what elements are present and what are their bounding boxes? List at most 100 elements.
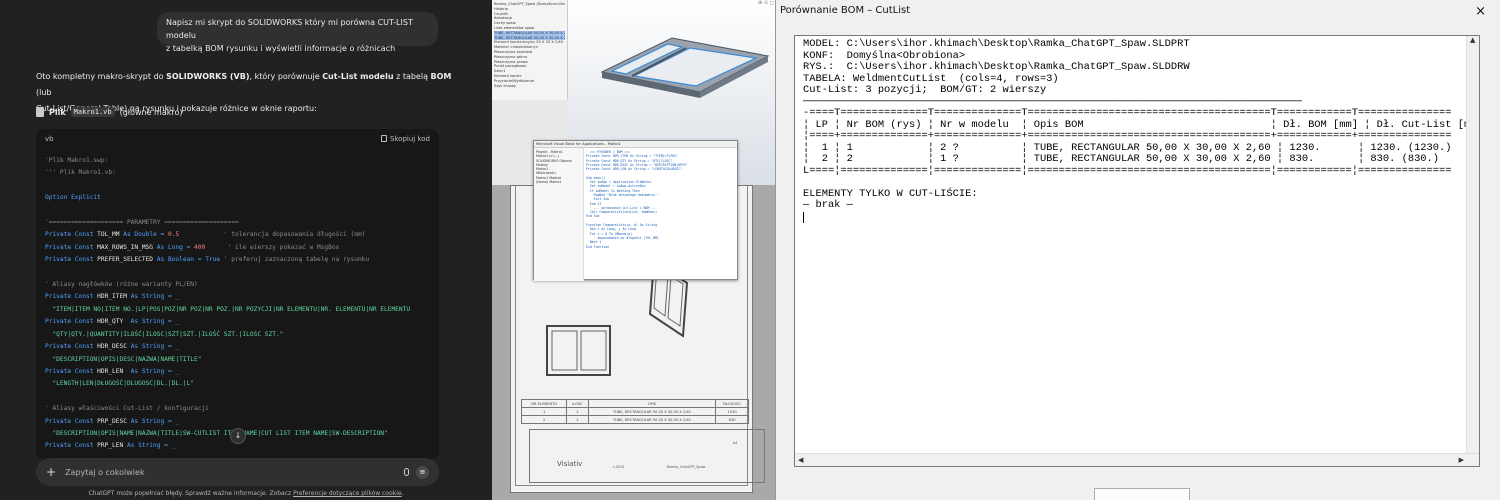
- user-message: Napisz mi skrypt do SOLIDWORKS który mi …: [157, 12, 438, 53]
- code-line: ''' Plik Makro1.vb:: [45, 169, 116, 177]
- arrow-down-icon: ↓: [234, 431, 242, 440]
- bom-cell: 2: [566, 415, 589, 424]
- code-token: As String = _: [123, 318, 180, 326]
- code-token: Private Const: [45, 231, 98, 239]
- copy-code-button[interactable]: Skopiuj kod: [380, 134, 430, 143]
- composer-input[interactable]: Zapytaj o cokolwiek: [65, 468, 145, 477]
- code-token: PREFER_SELECTED: [97, 256, 154, 264]
- code-block: vb Skopiuj kod 'Plik Makro1.swp: ''' Pli…: [36, 129, 439, 459]
- solidworks-screenshot: Ramka_ChatGPT_Spaw (Domyślna<Obrobiona>)…: [492, 0, 775, 500]
- scroll-right-icon[interactable]: ▶: [1459, 456, 1464, 464]
- code-line: "DESCRIPTION|OPIS|DESC|NAZWA|NAME|TITLE": [45, 355, 202, 363]
- code-token: Private Const: [45, 343, 98, 351]
- feature-tree-item[interactable]: TUBE, RECTANGULAR 50,00 X 30,00 X 2,60(1…: [494, 30, 565, 36]
- code-token: ' preferuj zaznaczoną tabelę na rysunku: [220, 256, 370, 264]
- report-table-border: -====T==============T==============T====…: [803, 107, 1452, 119]
- code-language: vb: [45, 134, 54, 143]
- scroll-down-button[interactable]: ↓: [230, 428, 246, 444]
- disclaimer: ChatGPT może popełniać błędy. Sprawdź wa…: [0, 490, 492, 497]
- bom-header-cell: NR ELEMENTU: [520, 399, 568, 408]
- code-line: ' Aliasy właściwości Cut-List / konfigur…: [45, 405, 209, 413]
- file-heading: Plik Makro1.vb (główne makro): [36, 107, 183, 117]
- code-content[interactable]: 'Plik Makro1.swp: ''' Plik Makro1.vb: Op…: [36, 148, 439, 459]
- microphone-icon[interactable]: [404, 468, 409, 476]
- disclaimer-text: ChatGPT może popełniać błędy. Sprawdź wa…: [88, 490, 294, 497]
- vertical-scrollbar[interactable]: ▲: [1466, 36, 1479, 454]
- code-token: PRP_LEN: [97, 442, 124, 450]
- ok-button[interactable]: [1094, 488, 1190, 500]
- bom-header-cell: ILOŚĆ: [566, 399, 589, 408]
- vba-project-item[interactable]: (Name) Makro1: [536, 180, 581, 184]
- code-token: HDR_ITEM: [97, 293, 127, 301]
- toolbar-icons: ⊕ ⊙ ◻ ◈ ⚙: [758, 0, 775, 6]
- document-icon: [36, 107, 44, 117]
- title-block: [529, 429, 765, 483]
- intro-text: , który porównuje: [249, 72, 323, 81]
- report-table-border: ¦====+==============+==============+====…: [803, 130, 1452, 142]
- weldment-frame-icon: [600, 37, 770, 98]
- report-config-line: KONF: Domyślna<Obrobiona>: [803, 49, 966, 62]
- code-token: Private Const: [45, 293, 98, 301]
- code-line: "QTY|QTY.|QUANTITY|ILOŚĆ|ILOSC|SZT|SZT.|…: [45, 330, 284, 338]
- code-token: Private Const: [45, 417, 98, 425]
- code-token: TOL_MM: [97, 231, 120, 239]
- title-block-name: Ramka_ChatGPT_Spaw: [666, 465, 706, 469]
- report-section-header: ELEMENTY TYLKO W CUT-LIŚCIE:: [803, 187, 978, 200]
- report-table-line: TABELA: WeldmentCutList (cols=4, rows=3): [803, 72, 1059, 85]
- horizontal-scrollbar[interactable]: ◀ ▶: [795, 453, 1479, 466]
- drawing-bom-table: NR ELEMENTU ILOŚĆ OPIS DŁUGOŚĆ 1 2 TUBE, RECTA…: [520, 399, 749, 424]
- report-table-row: ¦ 2 ¦ 2 ¦ 1 ? ¦ TUBE, RECTANGULAR 50,00 …: [803, 153, 1440, 165]
- code-token: MAX_ROWS_IN_MSG: [97, 243, 154, 251]
- chat-composer[interactable]: + Zapytaj o cokolwiek ≡: [36, 458, 439, 486]
- bom-cell: 2: [520, 415, 568, 424]
- report-text: MODEL: C:\Users\ihor.khimach\Desktop\Ram…: [803, 38, 1479, 224]
- vba-project-pane: Projekt - Makro1 Makro1 (c:\...) SOLIDWORK…: [534, 148, 584, 281]
- bom-cell: 1: [520, 407, 568, 416]
- code-token: Private Const: [45, 318, 98, 326]
- file-name: Makro1.vb: [70, 107, 115, 117]
- code-token: As String = _: [126, 343, 180, 351]
- plus-icon[interactable]: +: [46, 465, 56, 479]
- feature-tree-item[interactable]: Szyk liniowy: [494, 84, 565, 89]
- intro-text: z tabelą: [393, 72, 431, 81]
- code-token: HDR_QTY: [97, 318, 124, 326]
- title-block-scale: A4: [732, 441, 738, 445]
- bom-cell: 830: [715, 415, 749, 424]
- vba-editor-title: Microsoft Visual Basic for Applications …: [534, 141, 737, 148]
- bom-cell: TUBE, RECTANGULAR 50,00 X 30,00 X 2,60: [587, 407, 717, 416]
- intro-text: Oto kompletny makro-skrypt do: [36, 72, 167, 81]
- code-token: PRP_DESC: [97, 417, 127, 425]
- scroll-left-icon[interactable]: ◀: [798, 456, 803, 464]
- code-token: As String = _: [123, 442, 176, 450]
- code-line: ' Aliasy nagłówków (różne warianty PL/EN…: [45, 281, 198, 289]
- bom-row: 1 2 TUBE, RECTANGULAR 50,00 X 30,00 X 2,60…: [520, 407, 749, 416]
- compare-dialog: Porównanie BOM – CutList × MODEL: C:\Use…: [775, 0, 1500, 500]
- code-line: 'Plik Makro1.swp:: [45, 157, 109, 164]
- bom-cell: 2: [566, 407, 589, 416]
- title-block-code: L.0001: [613, 465, 625, 469]
- close-icon[interactable]: ×: [1475, 4, 1486, 19]
- code-token: HDR_DESC: [97, 343, 127, 351]
- bom-cell: 1230: [715, 407, 749, 416]
- user-message-line2: z tabelką BOM rysunku i wyświetli inform…: [166, 44, 396, 53]
- code-token: As String = _: [126, 293, 180, 301]
- copy-code-label: Skopiuj kod: [389, 134, 430, 143]
- report-textbox[interactable]: MODEL: C:\Users\ihor.khimach\Desktop\Ram…: [794, 35, 1480, 467]
- report-table-border: L====¦==============¦==============¦====…: [803, 164, 1452, 177]
- chat-panel: Napisz mi skrypt do SOLIDWORKS który mi …: [0, 0, 492, 500]
- code-token: HDR_LEN: [97, 367, 124, 375]
- voice-mode-icon[interactable]: ≡: [416, 465, 429, 479]
- feature-tree: Ramka_ChatGPT_Spaw (Domyślna<Obrobiona>)…: [492, 0, 568, 100]
- report-section-value: — brak —: [803, 199, 853, 211]
- disclaimer-text: .: [401, 490, 404, 497]
- code-token: As Double =: [119, 231, 168, 239]
- scroll-up-icon[interactable]: ▲: [1470, 36, 1475, 44]
- code-header: vb Skopiuj kod: [36, 129, 439, 148]
- cookie-preferences-link[interactable]: Preferencje dotyczące plików cookie: [293, 490, 402, 497]
- report-summary-line: Cut-List: 3 pozycji; BOM/GT: 2 wierszy: [803, 84, 1047, 96]
- intro-bold: Cut-List modelu: [322, 72, 394, 81]
- code-token: Private Const: [45, 442, 98, 450]
- code-line: "LENGTH|LEN|DŁUGOŚĆ|DLUGOSC|DL.|DL.|L": [45, 380, 195, 388]
- code-line: Option Explicit: [45, 194, 101, 202]
- composer-actions: ≡: [404, 465, 429, 479]
